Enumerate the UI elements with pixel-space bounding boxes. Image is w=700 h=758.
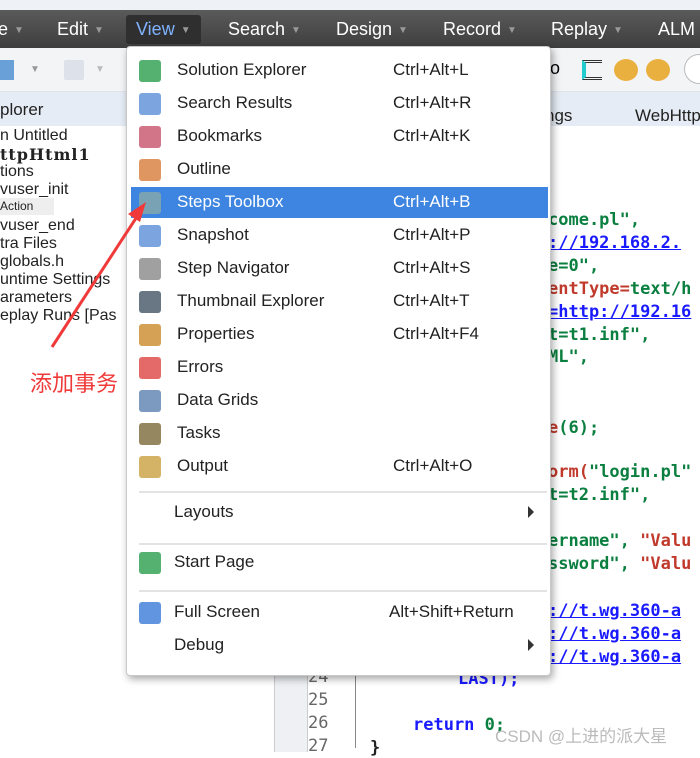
annotation-text: 添加事务	[30, 371, 119, 396]
arrow-head	[128, 202, 146, 222]
arrow-line	[50, 211, 142, 348]
watermark: CSDN @上进的派大星	[495, 727, 668, 746]
